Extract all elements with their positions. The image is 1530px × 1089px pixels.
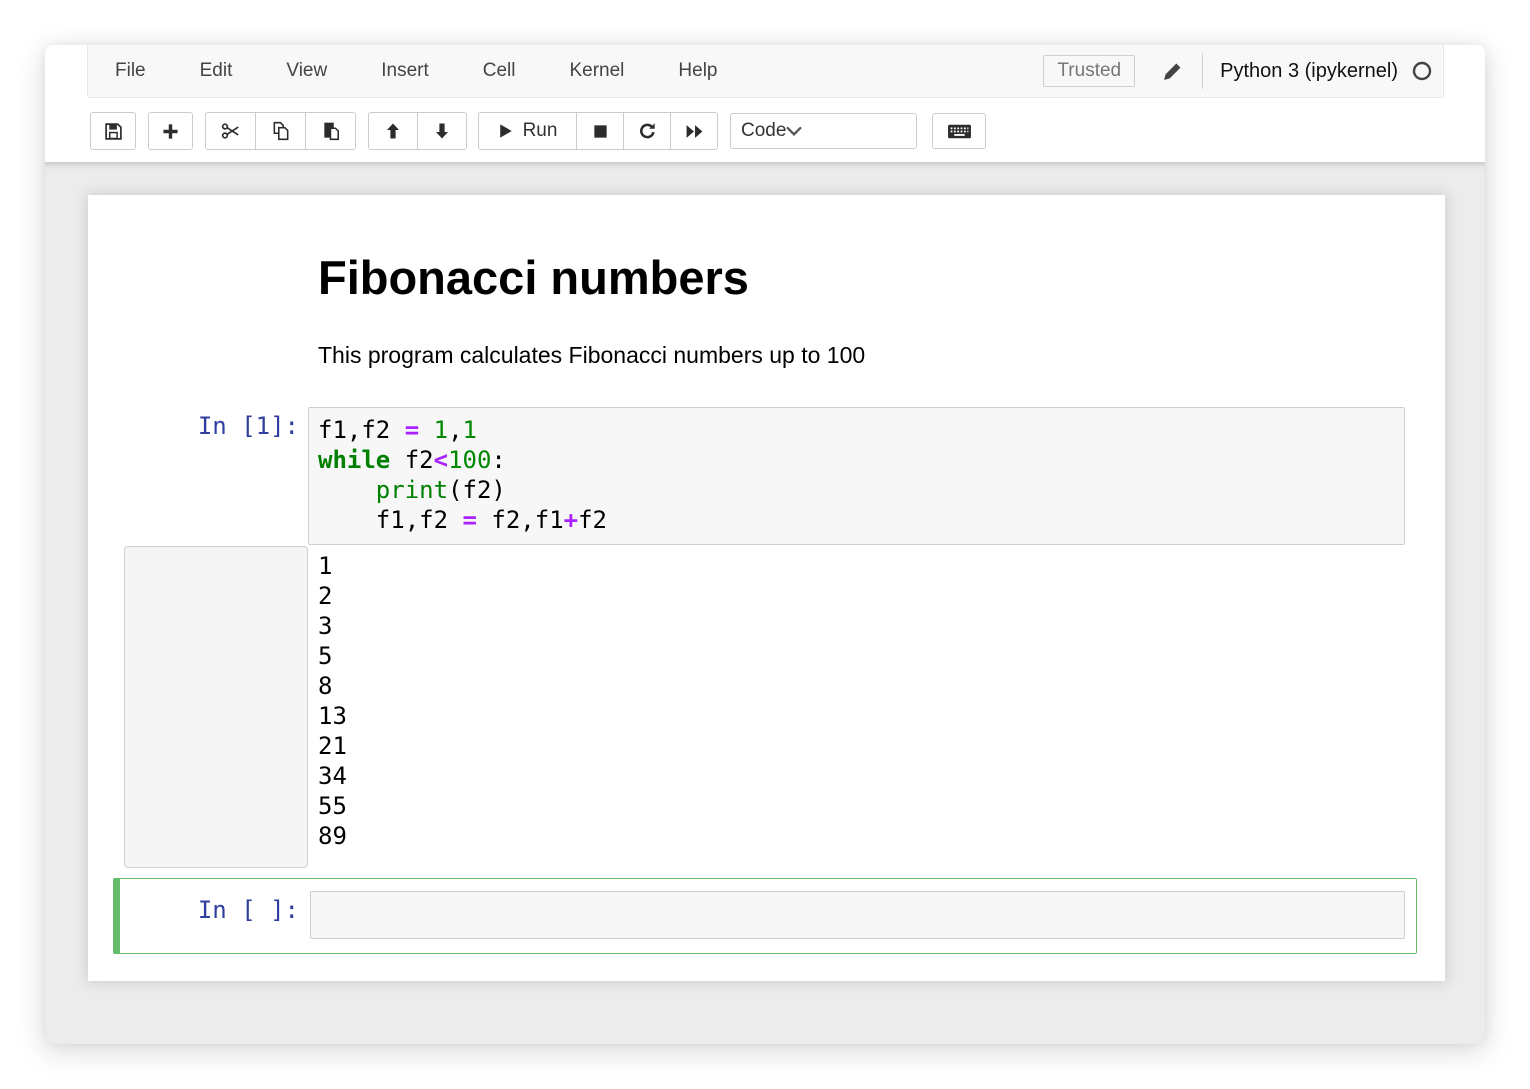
cut-button[interactable] [205, 112, 256, 150]
menu-kernel[interactable]: Kernel [542, 45, 651, 97]
interrupt-kernel-button[interactable] [576, 112, 624, 150]
move-cell-up-button[interactable] [368, 112, 418, 150]
menu-insert[interactable]: Insert [354, 45, 456, 97]
menu-help[interactable]: Help [651, 45, 744, 97]
edit-button-group [205, 112, 356, 150]
pencil-icon [1162, 61, 1183, 82]
fast-forward-icon [685, 122, 704, 141]
markdown-paragraph: This program calculates Fibonacci number… [318, 342, 865, 369]
code-input-area[interactable]: f1,f2 = 1,1while f2<100: print(f2) f1,f2… [308, 407, 1405, 545]
kernel-idle-circle-icon [1411, 60, 1433, 82]
edit-title-button[interactable] [1162, 61, 1183, 82]
empty-code-input[interactable] [310, 891, 1405, 939]
keyboard-icon [947, 122, 972, 141]
cell-type-value: Code [741, 120, 786, 142]
play-icon [498, 123, 514, 139]
paste-icon [321, 121, 341, 141]
kernel-name: Python 3 (ipykernel) [1220, 60, 1398, 83]
menu-bar: File Edit View Insert Cell Kernel Help T… [87, 45, 1444, 98]
restart-kernel-button[interactable] [623, 112, 671, 150]
notebook-container: Fibonacci numbers This program calculate… [88, 195, 1445, 981]
save-button[interactable] [90, 112, 136, 150]
run-button[interactable]: Run [478, 112, 577, 150]
markdown-heading: Fibonacci numbers [318, 252, 749, 304]
save-icon [104, 122, 123, 141]
output-text: 123581321345589 [318, 551, 347, 851]
kernel-cluster: Trusted Python 3 (ipykernel) [1043, 45, 1443, 97]
move-button-group [368, 112, 467, 150]
chevron-down-icon [786, 126, 802, 137]
input-prompt: In [1]: [88, 411, 299, 441]
move-cell-down-button[interactable] [417, 112, 467, 150]
stop-icon [592, 123, 609, 140]
header: File Edit View Insert Cell Kernel Help T… [45, 45, 1485, 162]
notebook-app-window: File Edit View Insert Cell Kernel Help T… [45, 45, 1485, 1044]
cell-type-select[interactable]: Code [730, 113, 917, 149]
notebook-body: Fibonacci numbers This program calculate… [45, 162, 1485, 1044]
scissors-icon [221, 121, 241, 141]
menu-cell[interactable]: Cell [456, 45, 543, 97]
code-lines: f1,f2 = 1,1while f2<100: print(f2) f1,f2… [318, 415, 1396, 535]
command-palette-button[interactable] [932, 113, 986, 149]
arrow-down-icon [433, 122, 451, 140]
restart-run-all-button[interactable] [670, 112, 718, 150]
run-label: Run [523, 120, 558, 142]
menu-edit[interactable]: Edit [173, 45, 260, 97]
restart-icon [638, 122, 657, 141]
arrow-up-icon [384, 122, 402, 140]
copy-button[interactable] [255, 112, 306, 150]
trusted-badge[interactable]: Trusted [1043, 55, 1135, 87]
copy-icon [271, 121, 291, 141]
plus-icon [162, 123, 179, 140]
output-collapser[interactable] [124, 546, 308, 868]
run-button-group: Run [478, 112, 718, 150]
header-divider [1202, 53, 1203, 89]
paste-button[interactable] [305, 112, 356, 150]
insert-cell-below-button[interactable] [148, 112, 193, 150]
toolbar: Run Code [45, 98, 1485, 162]
menu-view[interactable]: View [259, 45, 354, 97]
empty-input-prompt: In [ ]: [88, 895, 299, 925]
menus: File Edit View Insert Cell Kernel Help [88, 45, 744, 97]
menu-file[interactable]: File [88, 45, 173, 97]
